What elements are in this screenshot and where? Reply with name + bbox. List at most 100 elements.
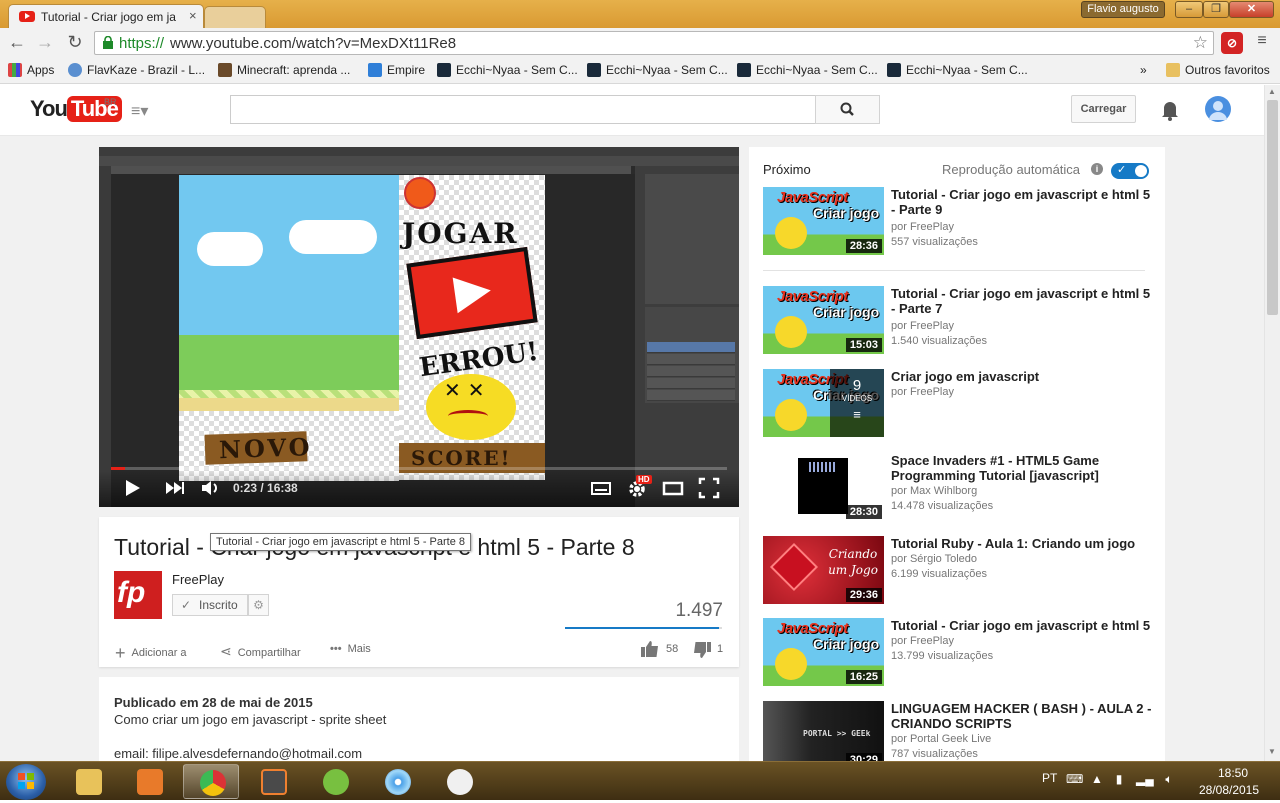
autoplay-toggle[interactable]: ✓ [1111, 163, 1149, 179]
related-video-title[interactable]: Tutorial - Criar jogo em javascript e ht… [891, 286, 1153, 316]
subscription-settings-icon[interactable]: ⚙ [248, 594, 269, 616]
video-thumbnail[interactable]: Criando um Jogo 29:36 [763, 536, 884, 604]
like-icon[interactable] [640, 640, 660, 658]
chrome-menu-icon[interactable]: ≡ [1252, 32, 1272, 54]
related-playlist-item[interactable]: JavaScriptCriar jogo 9 VÍDEOS ≡ Criar jo… [763, 369, 1153, 439]
related-video-item[interactable]: JavaScript Criar jogo 16:25 Tutorial - Cri… [763, 618, 1153, 688]
video-player[interactable]: JOGAR ERROU! ✕ ✕ NOVO SCORE! 0:23 / 16:3… [99, 147, 739, 507]
related-video-item[interactable]: PORTAL >> GEEk 30:29 LINGUAGEM HACKER ( … [763, 701, 1153, 761]
bookmarks-overflow-button[interactable]: » [1140, 63, 1147, 77]
bookmark-item[interactable]: Empire [368, 63, 425, 77]
add-to-button[interactable]: + Adicionar a [115, 643, 187, 664]
extension-icon[interactable]: ⊘ [1221, 32, 1243, 54]
fullscreen-icon[interactable] [698, 477, 720, 499]
channel-name[interactable]: FreePlay [172, 572, 224, 587]
network-signal-icon[interactable]: ▂▄ [1136, 772, 1154, 788]
page-scrollbar[interactable]: ▲ ▼ [1264, 85, 1280, 761]
playlist-thumbnail[interactable]: JavaScriptCriar jogo 9 VÍDEOS ≡ [763, 369, 884, 437]
progress-bar[interactable] [111, 467, 727, 470]
window-close-button[interactable]: ✕ [1229, 1, 1274, 18]
upload-button[interactable]: Carregar [1071, 95, 1136, 123]
bookmark-item[interactable]: Ecchi~Nyaa - Sem C... [887, 63, 1028, 77]
dislike-icon[interactable] [692, 641, 712, 659]
more-button[interactable]: ••• Mais [330, 643, 371, 655]
account-avatar[interactable] [1205, 96, 1231, 122]
volume-icon[interactable] [199, 477, 221, 499]
guide-menu-icon[interactable]: ≡▾ [131, 101, 153, 120]
bookmark-star-icon[interactable]: ☆ [1193, 33, 1208, 53]
scroll-up-arrow-icon[interactable]: ▲ [1268, 87, 1276, 96]
battery-icon[interactable]: ▮ [1112, 772, 1126, 788]
share-button[interactable]: ⋖ Compartilhar [220, 643, 301, 660]
taskbar-explorer[interactable] [60, 764, 116, 799]
channel-thumbnail[interactable]: fp [114, 571, 162, 619]
related-video-item[interactable]: 28:30 Space Invaders #1 - HTML5 Game Pro… [763, 453, 1153, 523]
taskbar-utorrent[interactable] [307, 764, 363, 799]
related-video-title[interactable]: LINGUAGEM HACKER ( BASH ) - AULA 2 - CRI… [891, 701, 1153, 731]
taskbar-dvd[interactable] [369, 764, 425, 799]
subtitles-icon[interactable] [590, 477, 612, 499]
scroll-down-arrow-icon[interactable]: ▼ [1268, 747, 1276, 756]
check-icon: ✓ [1117, 164, 1127, 176]
sprite-sad-face: ✕ ✕ [426, 374, 516, 440]
maximize-button[interactable]: ❐ [1203, 1, 1229, 18]
new-tab-button[interactable] [204, 6, 266, 28]
autoplay-label: Reprodução automática [942, 162, 1081, 177]
video-thumbnail[interactable]: JavaScript Criar jogo 15:03 [763, 286, 884, 354]
search-input[interactable] [230, 95, 816, 124]
bookmark-item[interactable]: Ecchi~Nyaa - Sem C... [587, 63, 728, 77]
related-video-item[interactable]: JavaScript Criar jogo 15:03 Tutorial - Cri… [763, 286, 1153, 356]
related-video-title[interactable]: Tutorial - Criar jogo em javascript e ht… [891, 187, 1153, 217]
theater-mode-icon[interactable] [662, 477, 684, 499]
taskbar-chrome[interactable] [183, 764, 239, 799]
address-bar[interactable]: https:// www.youtube.com/watch?v=MexDXt1… [94, 31, 1214, 55]
back-icon[interactable]: ← [6, 32, 28, 54]
subscribed-button[interactable]: Inscrito [172, 594, 248, 616]
video-thumbnail[interactable]: 28:30 [763, 453, 884, 521]
notifications-bell-icon[interactable] [1160, 99, 1180, 121]
scrollbar-thumb[interactable] [1267, 100, 1278, 315]
tray-expand-icon[interactable]: ▲ [1090, 772, 1104, 788]
language-indicator[interactable]: PT [1042, 771, 1057, 785]
bookmark-item[interactable]: Minecraft: aprenda ... [218, 63, 350, 77]
next-video-icon[interactable] [163, 477, 185, 499]
related-video-title[interactable]: Tutorial Ruby - Aula 1: Criando um jogo [891, 536, 1153, 551]
bookmark-item[interactable]: Ecchi~Nyaa - Sem C... [437, 63, 578, 77]
action-bar: + Adicionar a ⋖ Compartilhar ••• Mais 58 1 [99, 631, 739, 667]
bookmark-item[interactable]: FlavKaze - Brazil - L... [68, 63, 205, 77]
video-thumbnail[interactable]: PORTAL >> GEEk 30:29 [763, 701, 884, 761]
sprite-ball [404, 177, 436, 209]
other-bookmarks-folder[interactable]: Outros favoritos [1166, 63, 1270, 77]
description-email: email: filipe.alvesdefernando@hotmail.co… [114, 746, 363, 761]
video-thumbnail[interactable]: JavaScript Criar jogo 16:25 [763, 618, 884, 686]
browser-tab-active[interactable]: Tutorial - Criar jogo em ja × [8, 4, 204, 28]
minimize-button[interactable]: – [1175, 1, 1203, 18]
info-icon[interactable]: i [1091, 163, 1103, 175]
reload-icon[interactable]: ↻ [64, 32, 86, 54]
bookmark-apps[interactable]: Apps [8, 63, 54, 77]
related-video-title[interactable]: Tutorial - Criar jogo em javascript e ht… [891, 618, 1153, 633]
video-thumbnail[interactable]: JavaScript Criar jogo 28:36 [763, 187, 884, 255]
speaker-icon[interactable]: 🔈︎ [1162, 772, 1176, 788]
profile-badge[interactable]: Flavio augusto [1081, 1, 1165, 18]
forward-icon[interactable]: → [34, 32, 56, 54]
related-video-title[interactable]: Criar jogo em javascript [891, 369, 1153, 384]
clock-date[interactable]: 28/08/2015 [1194, 783, 1264, 797]
search-button[interactable] [815, 95, 880, 124]
thumb-ball [775, 648, 807, 680]
related-video-views: 14.478 visualizações [891, 500, 994, 512]
related-video-views: 6.199 visualizações [891, 568, 988, 580]
taskbar-sublime[interactable] [245, 764, 301, 799]
bookmark-item[interactable]: Ecchi~Nyaa - Sem C... [737, 63, 878, 77]
clock-time[interactable]: 18:50 [1198, 766, 1268, 780]
tab-close-icon[interactable]: × [189, 8, 197, 23]
bookmark-label: Minecraft: aprenda ... [237, 63, 351, 77]
play-icon[interactable] [121, 477, 143, 499]
keyboard-icon[interactable]: ⌨ [1066, 772, 1083, 788]
taskbar-paint[interactable] [431, 764, 487, 799]
related-video-item[interactable]: Criando um Jogo 29:36 Tutorial Ruby - Au… [763, 536, 1153, 606]
related-video-item[interactable]: JavaScript Criar jogo 28:36 Tutorial - Cri… [763, 187, 1153, 257]
taskbar-media-player[interactable] [121, 764, 177, 799]
start-button[interactable] [6, 764, 46, 800]
related-video-title[interactable]: Space Invaders #1 - HTML5 Game Programmi… [891, 453, 1153, 483]
